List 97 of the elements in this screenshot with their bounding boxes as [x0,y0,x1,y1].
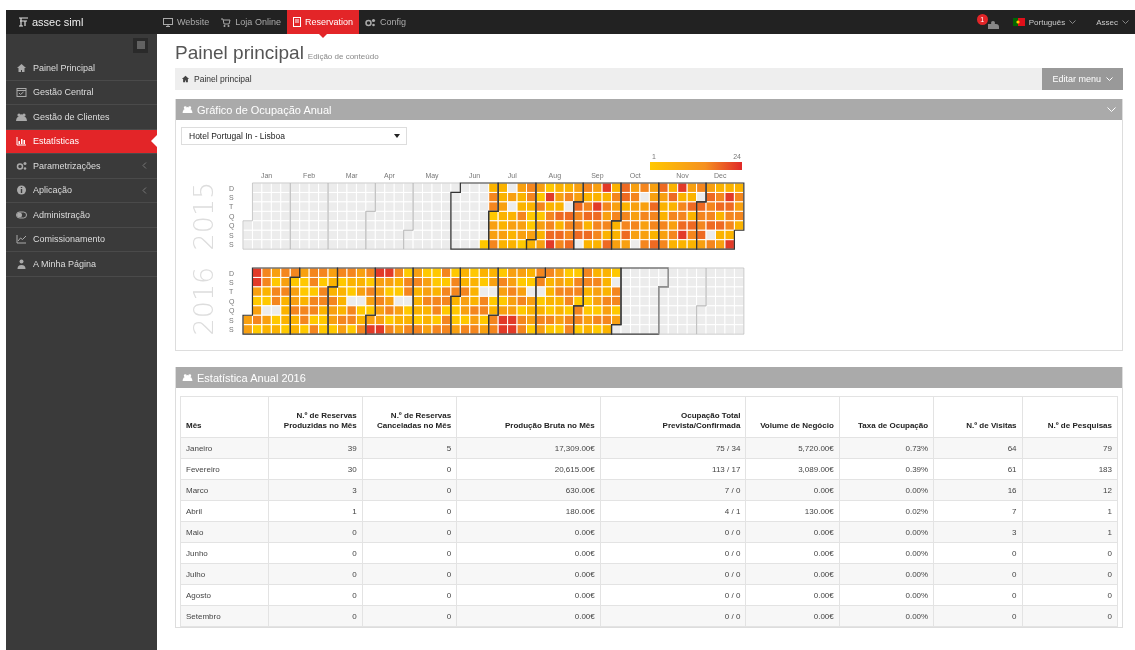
table-cell: Agosto [180,584,269,606]
table-cell: 0 [933,542,1023,564]
sidebar-item[interactable]: Gestão Central [6,80,157,105]
table-cell: 130.00€ [745,500,840,522]
nav-tab[interactable]: Loja Online [215,10,287,34]
caret-icon [1106,76,1113,82]
table-cell: 1 [1022,500,1118,522]
logo-icon [18,17,29,27]
gears-icon [16,160,27,171]
column-header: N.º de Visitas [966,421,1017,430]
table-cell: Junho [180,542,269,564]
table-cell: 7 [933,500,1023,522]
calendar-icon [16,87,27,98]
sidebar-item[interactable]: A Minha Página [6,252,157,277]
table-cell: 0 [268,584,363,606]
table-cell: 0 [362,458,457,480]
table-cell: 0 / 0 [600,584,746,606]
caret-icon [394,134,400,138]
sidebar-item[interactable]: Administração [6,203,157,228]
column-header: N.º de Reservas Canceladas no Mês [376,411,452,430]
sidebar-item[interactable]: Parametrizações [6,154,157,179]
flag-icon [1012,18,1025,26]
language-dropdown[interactable]: Português [1012,17,1077,27]
book-icon [292,17,301,27]
table-cell: 30 [268,458,363,480]
user-dropdown[interactable]: Assec [1096,17,1129,27]
info-icon [16,185,27,196]
users-icon [182,105,193,114]
nav-tab[interactable]: Website [157,10,216,34]
page-subtitle: Edição de conteúdo [307,52,379,61]
table-cell: 180.00€ [456,500,601,522]
table-cell: 0 [1022,584,1118,606]
sidebar-item[interactable]: Estatísticas [6,129,157,154]
home-icon [181,75,190,83]
monitor-icon [163,17,173,27]
table-cell: 183 [1022,458,1118,480]
column-header: N.º de Pesquisas [1047,421,1112,430]
table-cell: Setembro [180,605,269,627]
table-cell: 0.02% [839,500,934,522]
toggle-icon [16,209,27,220]
sidebar-item[interactable]: Gestão de Clientes [6,105,157,130]
table-cell: 0.00€ [745,584,840,606]
table-cell: 4 / 1 [600,500,746,522]
table-cell: 0.00€ [745,542,840,564]
gears-icon [364,17,376,27]
table-cell: Julho [180,563,269,585]
notification-icon[interactable] [987,20,999,29]
column-header: Produção Bruta no Mês [504,421,595,430]
table-cell: 0.00€ [456,584,601,606]
table-cell: 0.39% [839,458,934,480]
cart-icon [221,17,232,27]
table-cell: 0.00% [839,584,934,606]
table-cell: 1 [268,500,363,522]
user-icon [16,258,27,269]
table-cell: 0.00% [839,542,934,564]
collapse-icon[interactable] [1107,106,1116,113]
column-header: N.º de Reservas Produzidas no Mês [283,411,357,430]
column-header: Volume de Negócio [760,421,834,430]
table-cell: 113 / 17 [600,458,746,480]
panel-title: Gráfico de Ocupação Anual [197,103,332,116]
table-cell: 0.00€ [456,542,601,564]
sidebar-item[interactable]: Aplicação [6,178,157,203]
sidebar-item[interactable]: Painel Principal [6,56,157,81]
line-icon [16,234,27,245]
caret-icon [1069,19,1077,25]
table-cell: 0 [362,542,457,564]
table-cell: 0 [268,542,363,564]
table-cell: 0 [933,584,1023,606]
table-cell: 0 [362,584,457,606]
nav-tab[interactable]: Config [358,10,412,34]
column-header: Ocupação Total Prevista/Confirmada [662,411,741,430]
menu-toggle-icon[interactable] [133,38,148,53]
home-icon [16,62,27,73]
table-cell: 0 [362,500,457,522]
hotel-select[interactable]: Hotel Portugal In - Lisboa [181,127,407,145]
table-cell: Fevereiro [180,458,269,480]
page-title: Painel principal [175,42,304,64]
users-icon [182,373,193,382]
panel-title: Estatística Anual 2016 [197,371,306,384]
table-cell: 3,089.00€ [745,458,840,480]
sidebar-item[interactable]: Comissionamento [6,227,157,252]
table-cell: 61 [933,458,1023,480]
logo-text: assec siml [32,16,84,28]
table-cell: 20,615.00€ [456,458,601,480]
table-cell: Maio [180,521,269,543]
breadcrumb-link[interactable]: Painel principal [194,74,252,84]
caret-icon [1122,19,1129,25]
table-cell: Abril [180,500,269,522]
chart-icon [16,136,27,147]
active-pointer [151,135,157,148]
column-header: Taxa de Ocupação [858,421,929,430]
table-cell: Marco [180,479,269,501]
column-header: Mês [186,421,202,430]
table-cell: 0 [1022,542,1118,564]
table-cell: Janeiro [180,437,269,459]
table-cell: 0 / 0 [600,542,746,564]
users-icon [16,111,27,122]
